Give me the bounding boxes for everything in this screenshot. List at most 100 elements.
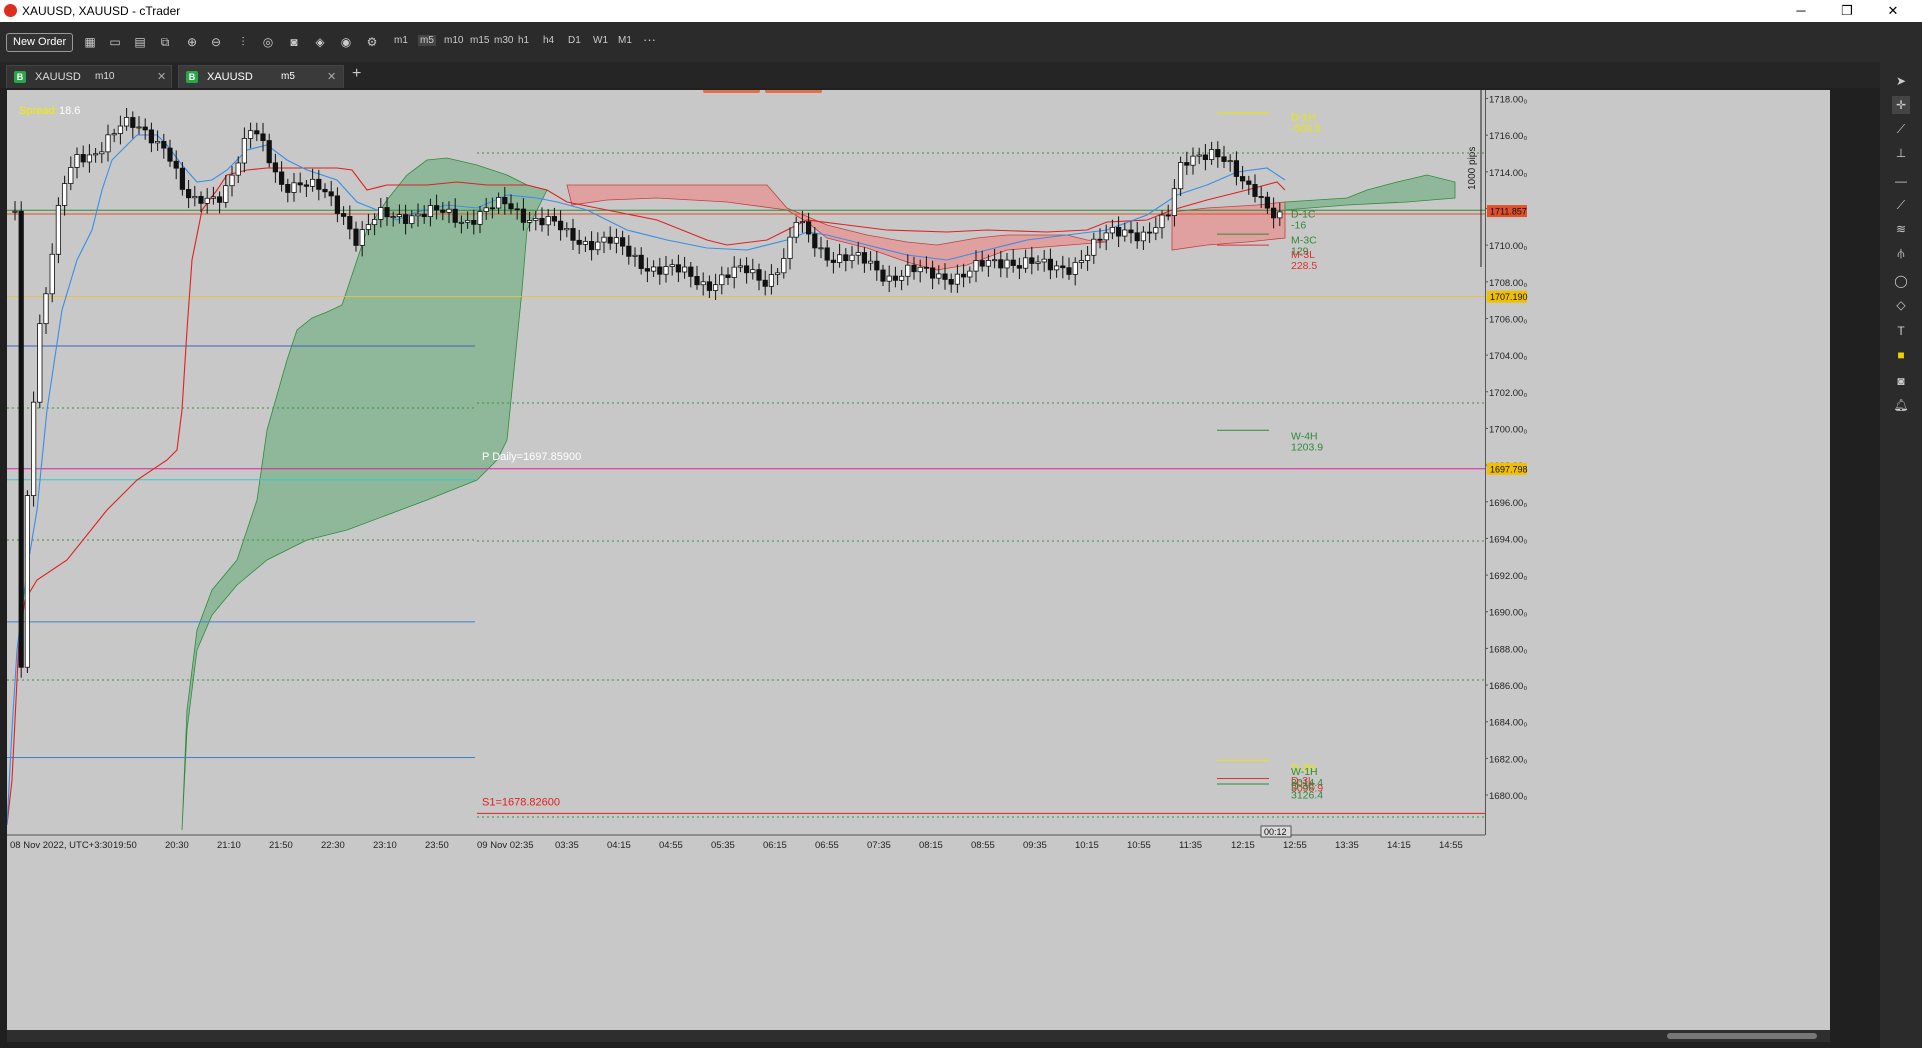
minimize-button[interactable]: ─ [1778, 0, 1824, 22]
symbol-badge: B [14, 71, 26, 83]
candle-body-bull [1023, 257, 1029, 269]
candle [1178, 156, 1184, 196]
candle-body-bull [1035, 261, 1041, 264]
candle [142, 118, 148, 140]
candle [967, 266, 973, 284]
candle-body-bear [998, 259, 1004, 269]
timeframe-h4[interactable]: h4 [543, 35, 554, 46]
screenshot-icon[interactable]: ◙ [1892, 372, 1910, 390]
candle-body-bear [1010, 259, 1016, 266]
candle [706, 275, 713, 299]
cbots-icon[interactable]: ◎ [260, 34, 276, 50]
horizontal-scrollbar[interactable] [7, 1030, 1830, 1042]
candle-body-bear [657, 266, 663, 275]
close-tab-icon[interactable]: ✕ [157, 70, 166, 83]
horizontal-line-icon[interactable]: — [1892, 172, 1910, 190]
candle [818, 236, 824, 259]
chart-canvas[interactable]: 1718.00₀1716.00₀1714.00₀1712.00₀1710.00₀… [6, 77, 1830, 1042]
chart-svg[interactable]: 1718.00₀1716.00₀1714.00₀1712.00₀1710.00₀… [6, 77, 1830, 1042]
candle-body-bear [384, 207, 390, 218]
indicators-icon[interactable]: ⫶ [235, 34, 251, 50]
price-axis-label: 1686.00₀ [1489, 681, 1527, 692]
candle-body-bear [688, 266, 694, 277]
candle-body-bull [1091, 238, 1097, 256]
bid-box: 1711.85₇ [703, 77, 760, 93]
eye-icon[interactable]: ◉ [338, 34, 354, 50]
single-chart-icon[interactable]: ▭ [107, 34, 123, 50]
time-axis-label: 19:50 [113, 840, 137, 851]
candle-body-bull [1122, 229, 1128, 237]
candle-body-bear [1271, 207, 1277, 219]
close-window-button[interactable]: ✕ [1870, 0, 1916, 22]
timeframe-h1[interactable]: h1 [518, 35, 529, 46]
trend-line-icon[interactable]: ⟋ [1892, 196, 1910, 214]
tab-xauusd-m10[interactable]: B XAUUSD m10 ✕ [6, 65, 172, 88]
candle-body-bull [458, 221, 465, 224]
candle [545, 209, 551, 236]
more-options-button[interactable]: ··· [643, 32, 656, 47]
layout-grid-icon[interactable]: ▦ [82, 34, 98, 50]
cursor-icon[interactable]: ➤ [1892, 72, 1910, 90]
timeframe-m5[interactable]: m5 [418, 35, 436, 46]
candle [24, 490, 31, 674]
candle [620, 230, 626, 256]
multi-chart-icon[interactable]: ▤ [132, 34, 148, 50]
timeframe-d1[interactable]: D1 [568, 35, 581, 46]
candle-body-bull [868, 260, 874, 264]
candle-body-bull [1103, 232, 1109, 241]
time-axis-label: 07:35 [867, 840, 891, 851]
timeframe-m30[interactable]: m30 [494, 35, 513, 46]
candle [55, 197, 62, 264]
ellipse-icon[interactable]: ◯ [1892, 272, 1910, 290]
time-axis-label: 09 Nov 02:35 [477, 840, 534, 851]
chart-type-icon[interactable]: ⧉ [157, 34, 173, 50]
add-tab-button[interactable]: + [352, 65, 361, 83]
candle [1246, 175, 1252, 195]
tab-xauusd-m5[interactable]: B XAUUSD m5 ✕ [178, 65, 344, 88]
zoom-in-icon[interactable]: ⊕ [184, 34, 200, 50]
measure-icon[interactable]: ⟋ [1892, 120, 1910, 138]
candle-body-bull [136, 126, 142, 129]
candle [154, 130, 161, 151]
pitchfork-icon[interactable]: ⫛ [1892, 244, 1910, 262]
price-axis-label: 1694.00₀ [1489, 534, 1527, 545]
text-icon[interactable]: T [1892, 322, 1910, 340]
ruler-icon[interactable]: ⊥ [1892, 144, 1910, 162]
candle-body-bear [353, 228, 359, 246]
shape-icon[interactable]: ◇ [1892, 296, 1910, 314]
timeframe-mn1[interactable]: M1 [618, 35, 632, 46]
timeframe-m1[interactable]: m1 [394, 35, 408, 46]
candle-body-bull [1178, 162, 1184, 190]
tab-timeframe: m5 [281, 71, 295, 82]
price-axis-label: 1714.00₀ [1489, 168, 1527, 179]
candle-body-bull [477, 211, 483, 225]
close-tab-icon[interactable]: ✕ [327, 70, 336, 83]
candle [601, 231, 607, 254]
fibonacci-icon[interactable]: ≋ [1892, 220, 1910, 238]
candle-body-bear [1029, 257, 1035, 264]
scrollbar-thumb[interactable] [1667, 1033, 1817, 1039]
crosshair-icon[interactable]: ✛ [1892, 96, 1910, 114]
candle [682, 256, 688, 279]
timeframe-w1[interactable]: W1 [593, 35, 608, 46]
color-icon[interactable]: ■ [1892, 346, 1910, 364]
candle [539, 207, 545, 232]
timeframe-m10[interactable]: m10 [444, 35, 463, 46]
candle-body-bear [892, 275, 899, 281]
candle-body-bull [682, 266, 688, 273]
camera-icon[interactable]: ◙ [286, 34, 302, 50]
maximize-button[interactable]: ❐ [1824, 0, 1870, 22]
candle-body-bear [161, 141, 167, 149]
alert-bell-icon[interactable]: 🔔︎ [1892, 396, 1910, 414]
layers-icon[interactable]: ◈ [312, 34, 328, 50]
timeframe-m15[interactable]: m15 [470, 35, 489, 46]
new-order-button[interactable]: New Order [6, 33, 74, 52]
candle [1004, 253, 1010, 278]
settings-icon[interactable]: ⚙ [364, 34, 380, 50]
zoom-out-icon[interactable]: ⊖ [208, 34, 224, 50]
candle [148, 122, 154, 153]
countdown-text: 00:12 [1264, 827, 1287, 837]
candle-body-bear [1047, 258, 1053, 271]
candle-body-bull [210, 196, 216, 199]
time-axis-label: 23:10 [373, 840, 397, 851]
